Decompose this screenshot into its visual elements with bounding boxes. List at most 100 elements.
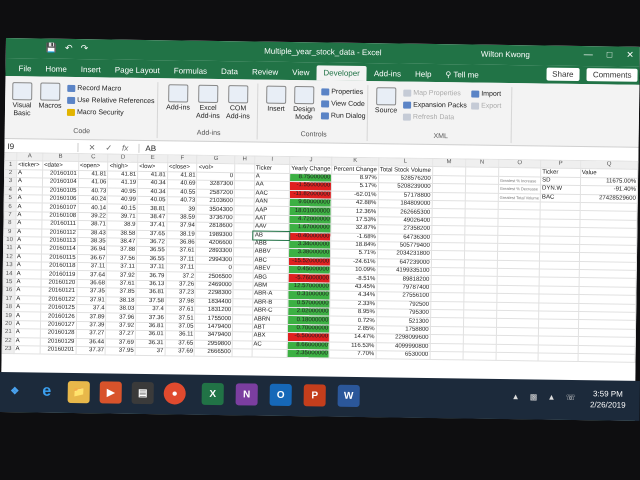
row-header[interactable]: 15 bbox=[3, 278, 16, 287]
tab-file[interactable]: File bbox=[11, 61, 38, 76]
view-code-button[interactable]: View Code bbox=[321, 100, 365, 108]
cell[interactable]: A bbox=[14, 278, 41, 288]
tab-home[interactable]: Home bbox=[38, 61, 74, 76]
cell[interactable]: A bbox=[16, 169, 43, 179]
row-header[interactable]: 10 bbox=[3, 236, 16, 245]
select-all-corner[interactable] bbox=[4, 152, 17, 162]
cell[interactable]: 37.95 bbox=[105, 346, 136, 356]
record-macro-button[interactable]: Record Macro bbox=[67, 84, 121, 93]
cell[interactable] bbox=[462, 351, 497, 361]
cell[interactable]: Total Stock Volume bbox=[378, 166, 433, 176]
edge-icon[interactable]: e bbox=[36, 381, 58, 403]
cell[interactable] bbox=[233, 264, 253, 274]
cell[interactable]: DYN.W bbox=[540, 185, 581, 195]
row-header[interactable]: 19 bbox=[2, 311, 15, 321]
cell[interactable] bbox=[232, 289, 253, 299]
enter-icon[interactable]: ✓ bbox=[105, 143, 112, 152]
cell[interactable] bbox=[232, 306, 253, 316]
cell[interactable]: A bbox=[15, 236, 42, 246]
word-icon[interactable]: W bbox=[337, 384, 360, 408]
cell[interactable] bbox=[233, 247, 254, 257]
export-button[interactable]: Export bbox=[471, 102, 501, 110]
cell[interactable] bbox=[234, 180, 255, 190]
cell[interactable]: <high> bbox=[108, 162, 138, 172]
cell[interactable]: A bbox=[15, 244, 42, 254]
cell[interactable]: A bbox=[15, 219, 42, 229]
cell[interactable] bbox=[232, 340, 252, 349]
tab-help[interactable]: Help bbox=[408, 67, 439, 82]
cell[interactable] bbox=[429, 351, 463, 361]
cell[interactable] bbox=[232, 323, 253, 333]
use-relative-references-button[interactable]: Use Relative References bbox=[67, 96, 155, 105]
cell[interactable]: 37 bbox=[135, 347, 165, 357]
cell[interactable] bbox=[577, 353, 636, 363]
row-header[interactable]: 6 bbox=[4, 202, 17, 212]
yearly-change-cell[interactable]: -15.52000000 bbox=[288, 257, 331, 267]
cell[interactable]: AA bbox=[254, 181, 290, 191]
cell[interactable] bbox=[234, 164, 255, 173]
cell[interactable]: ABT bbox=[252, 323, 288, 333]
cell[interactable]: <low> bbox=[137, 162, 168, 172]
powerpoint-icon[interactable]: P bbox=[303, 384, 326, 407]
cell[interactable] bbox=[234, 214, 254, 224]
share-button[interactable]: Share bbox=[546, 67, 580, 82]
cell[interactable]: 7.70% bbox=[329, 350, 376, 360]
cell[interactable]: BAC bbox=[540, 193, 580, 203]
import-button[interactable]: Import bbox=[471, 90, 501, 98]
refresh-data-button[interactable]: Refresh Data bbox=[402, 113, 454, 121]
row-header[interactable]: 8 bbox=[3, 219, 16, 229]
cell[interactable]: ABC bbox=[252, 256, 289, 266]
row-header[interactable]: 14 bbox=[3, 269, 16, 279]
cell[interactable]: 2666500 bbox=[194, 348, 233, 358]
map-properties-button[interactable]: Map Properties bbox=[403, 89, 461, 97]
cell[interactable]: ABRN bbox=[252, 315, 288, 325]
row-header[interactable]: 1 bbox=[4, 160, 17, 170]
cell[interactable] bbox=[232, 331, 253, 341]
cell[interactable]: A bbox=[15, 270, 42, 279]
yearly-change-cell[interactable]: -11.82000000 bbox=[289, 190, 332, 200]
cell[interactable]: ABB bbox=[253, 239, 289, 249]
cell[interactable]: <vol> bbox=[197, 163, 235, 173]
cell[interactable] bbox=[233, 231, 254, 240]
cell[interactable]: A bbox=[14, 337, 41, 346]
cell[interactable]: 20160201 bbox=[39, 345, 76, 355]
cell[interactable]: 37.69 bbox=[164, 347, 195, 357]
cell[interactable]: Percent Change bbox=[331, 165, 379, 175]
macro-security-button[interactable]: Macro Security bbox=[66, 108, 124, 117]
expansion-packs-button[interactable]: Expansion Packs bbox=[403, 101, 467, 109]
cell[interactable]: <ticker> bbox=[16, 161, 43, 170]
tab-formulas[interactable]: Formulas bbox=[167, 63, 215, 79]
cell[interactable]: AB bbox=[252, 230, 290, 242]
macros-button[interactable]: Macros bbox=[37, 82, 63, 110]
cell[interactable]: A bbox=[14, 320, 41, 330]
cell[interactable] bbox=[233, 273, 253, 282]
row-header[interactable]: 3 bbox=[4, 177, 17, 187]
cell[interactable]: A bbox=[14, 295, 41, 305]
row-header[interactable]: 18 bbox=[2, 303, 15, 313]
cell[interactable]: AAV bbox=[253, 223, 290, 232]
cell[interactable] bbox=[234, 189, 255, 198]
row-header[interactable]: 20 bbox=[2, 320, 15, 329]
cell[interactable] bbox=[538, 352, 578, 362]
cell[interactable] bbox=[233, 222, 254, 232]
start-button[interactable]: ❖ bbox=[3, 380, 26, 403]
cell[interactable]: A bbox=[14, 303, 41, 313]
row-header[interactable]: 7 bbox=[3, 211, 16, 220]
cell[interactable]: A bbox=[15, 253, 42, 263]
cell[interactable]: AAC bbox=[253, 189, 290, 199]
yearly-change-cell[interactable]: 2.35000000 bbox=[287, 349, 330, 359]
cell[interactable] bbox=[232, 298, 253, 307]
minimize-icon[interactable]: — bbox=[584, 49, 593, 60]
source-button[interactable]: Source bbox=[373, 87, 399, 115]
row-header[interactable]: 16 bbox=[2, 286, 15, 296]
user-name[interactable]: Wilton Kwong bbox=[481, 50, 530, 60]
yearly-change-cell[interactable]: 12.57000000 bbox=[288, 282, 331, 292]
row-header[interactable]: 22 bbox=[2, 337, 15, 346]
row-header[interactable]: 13 bbox=[3, 261, 16, 271]
cell[interactable]: ABR-B bbox=[252, 298, 289, 308]
tab-add-ins[interactable]: Add-ins bbox=[367, 66, 408, 82]
row-header[interactable]: 23 bbox=[2, 345, 15, 355]
cell[interactable]: ABBV bbox=[253, 248, 289, 258]
cell[interactable]: ABEV bbox=[252, 265, 289, 274]
cell[interactable] bbox=[233, 239, 254, 249]
